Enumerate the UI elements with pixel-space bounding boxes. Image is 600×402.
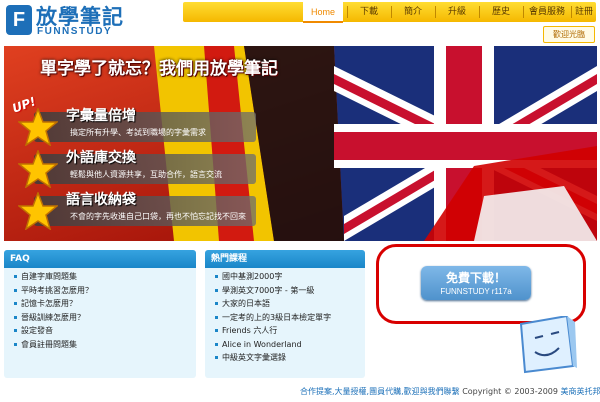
- course-link-label: 中級英文字彙選錄: [222, 353, 286, 362]
- nav-download[interactable]: 下載: [349, 2, 389, 22]
- bullet-icon: [215, 302, 218, 305]
- company-link[interactable]: 美商英托邦: [561, 387, 600, 396]
- course-link[interactable]: Alice in Wonderland: [215, 338, 365, 352]
- course-link-label: Alice in Wonderland: [222, 339, 302, 349]
- course-link[interactable]: 一定考的上的3級日本檢定單字: [215, 311, 365, 325]
- faq-link[interactable]: 設定發音: [14, 324, 196, 338]
- course-link[interactable]: 大家的日本語: [215, 297, 365, 311]
- bullet-icon: [14, 342, 17, 346]
- logo-subtitle: FUNNSTUDY: [37, 26, 113, 37]
- download-version: FUNNSTUDY r117a: [440, 287, 512, 296]
- course-link-label: 一定考的上的3級日本檢定單字: [222, 312, 332, 322]
- bullet-icon: [215, 342, 218, 346]
- main-nav: Home 下載 簡介 升級 歷史 會員服務 註冊: [183, 2, 596, 23]
- faq-list: 自建字庫問題集 平時考挑習怎麼用？ 記憶卡怎麼用？ 晉級訓練怎麼用？ 設定發音 …: [4, 270, 196, 351]
- nav-member-services[interactable]: 會員服務: [525, 2, 569, 22]
- footer-links[interactable]: 合作提案,大量授權,團員代購,歡迎與我們聯繫: [300, 387, 460, 396]
- feature-exchange: 外語庫交換 輕鬆與他人資源共享，互助合作，語言交流: [18, 150, 258, 188]
- course-link-label: 國中基測2000字: [222, 272, 283, 281]
- course-link[interactable]: 中級英文字彙選錄: [215, 351, 365, 365]
- feature-pocket: 語言收納袋 不會的字先收進自己口袋，再也不怕忘記找不回來: [18, 192, 258, 230]
- nav-intro[interactable]: 簡介: [393, 2, 433, 22]
- bullet-icon: [14, 329, 17, 332]
- course-link-label: 學測英文7000字 - 第一級: [222, 285, 315, 295]
- nav-register[interactable]: 註冊: [573, 2, 595, 22]
- bullet-icon: [14, 302, 17, 305]
- faq-link-label: 平時考挑習怎麼用？: [21, 285, 93, 295]
- course-link[interactable]: Friends 六人行: [215, 324, 365, 338]
- site-footer: 合作提案,大量授權,團員代購,歡迎與我們聯繫 Copyright © 2003-…: [300, 386, 600, 397]
- course-link[interactable]: 學測英文7000字 - 第一級: [215, 284, 365, 298]
- bullet-icon: [215, 329, 218, 332]
- nav-divider: [523, 6, 524, 18]
- hero-banner: 單字學了就忘？我們用放學筆記 UP! 字彙量倍增 搞定所有升學、考試到職場的字彙…: [4, 46, 597, 241]
- faq-link[interactable]: 晉級訓練怎麼用？: [14, 311, 196, 325]
- nav-divider: [391, 6, 392, 18]
- courses-panel: 熱門課程 國中基測2000字 學測英文7000字 - 第一級 大家的日本語 一定…: [205, 250, 365, 378]
- bullet-icon: [14, 315, 17, 319]
- bullet-icon: [215, 315, 218, 319]
- faq-link-label: 自建字庫問題集: [21, 272, 77, 281]
- star-icon: [18, 108, 58, 146]
- download-label: 免費下載！: [445, 271, 506, 285]
- feature-title: 外語庫交換: [66, 150, 136, 166]
- banner-headline: 單字學了就忘？我們用放學筆記: [40, 59, 278, 79]
- course-link[interactable]: 國中基測2000字: [215, 270, 365, 284]
- nav-upgrade[interactable]: 升級: [437, 2, 477, 22]
- nav-home[interactable]: Home: [303, 2, 343, 23]
- logo-icon: F: [6, 5, 32, 35]
- copyright-text: Copyright © 2003-2009: [462, 387, 558, 396]
- feature-description: 輕鬆與他人資源共享，互助合作，語言交流: [70, 170, 222, 179]
- faq-link-label: 會員註冊問題集: [21, 339, 77, 349]
- faq-link[interactable]: 記憶卡怎麼用？: [14, 297, 196, 311]
- course-link-label: Friends 六人行: [222, 326, 278, 335]
- nav-history[interactable]: 歷史: [481, 2, 521, 22]
- feature-title: 字彙量倍增: [66, 108, 136, 124]
- feature-description: 搞定所有升學、考試到職場的字彙需求: [70, 128, 206, 137]
- nav-divider: [479, 6, 480, 18]
- faq-link-label: 晉級訓練怎麼用？: [21, 312, 85, 322]
- nav-divider: [571, 6, 572, 18]
- nav-divider: [347, 6, 348, 18]
- star-icon: [18, 192, 58, 230]
- nav-divider: [435, 6, 436, 18]
- feature-vocab: UP! 字彙量倍增 搞定所有升學、考試到職場的字彙需求: [10, 94, 258, 146]
- faq-link-label: 設定發音: [21, 326, 53, 335]
- star-icon: [18, 150, 58, 188]
- feature-description: 不會的字先收進自己口袋，再也不怕忘記找不回來: [70, 212, 246, 221]
- courses-heading: 熱門課程: [205, 250, 365, 268]
- faq-heading: FAQ: [4, 250, 196, 268]
- faq-link[interactable]: 會員註冊問題集: [14, 338, 196, 352]
- courses-list: 國中基測2000字 學測英文7000字 - 第一級 大家的日本語 一定考的上的3…: [205, 270, 365, 365]
- faq-panel: FAQ 自建字庫問題集 平時考挑習怎麼用？ 記憶卡怎麼用？ 晉級訓練怎麼用？ 設…: [4, 250, 196, 378]
- bullet-icon: [14, 275, 17, 278]
- bullet-icon: [215, 288, 218, 292]
- free-download-button[interactable]: 免費下載！ FUNNSTUDY r117a: [421, 266, 531, 300]
- course-link-label: 大家的日本語: [222, 299, 270, 308]
- bullet-icon: [215, 356, 218, 359]
- mascot-icon: [519, 316, 577, 374]
- welcome-button[interactable]: 歡迎光臨: [543, 26, 595, 43]
- site-logo[interactable]: F 放學筆記 FUNNSTUDY: [6, 2, 156, 42]
- faq-link[interactable]: 平時考挑習怎麼用？: [14, 284, 196, 298]
- bullet-icon: [215, 275, 218, 278]
- bullet-icon: [14, 288, 17, 292]
- faq-link-label: 記憶卡怎麼用？: [21, 299, 77, 308]
- faq-link[interactable]: 自建字庫問題集: [14, 270, 196, 284]
- feature-title: 語言收納袋: [66, 192, 136, 208]
